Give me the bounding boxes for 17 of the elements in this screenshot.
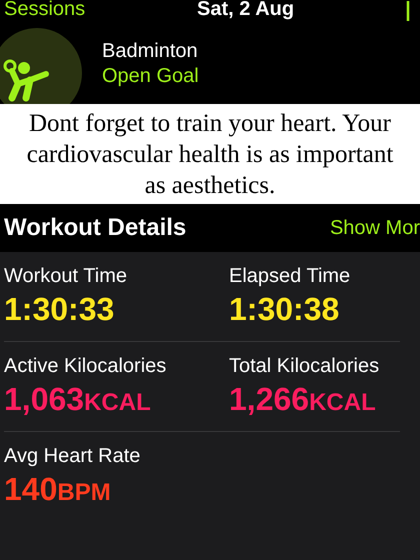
- metric-value: 1,063KCAL: [4, 380, 152, 419]
- metric-label: Avg Heart Rate: [4, 444, 142, 469]
- metric-label: Workout Time: [4, 264, 128, 289]
- metric-label: Elapsed Time: [229, 264, 352, 289]
- back-link[interactable]: Sessions: [0, 0, 86, 19]
- goal-label: Open Goal: [102, 64, 199, 89]
- metric-label: Active Kilocalories: [4, 354, 168, 379]
- metric-value: 1:30:38: [229, 290, 340, 329]
- metric-label: Total Kilocalories: [229, 354, 380, 379]
- metric-value: 1,266KCAL: [229, 380, 377, 419]
- section-title: Workout Details: [4, 213, 186, 243]
- show-more-link[interactable]: Show Mor: [330, 213, 420, 243]
- caption-text: Dont forget to train your heart. Your cardiovascular health is as important as aesthetics.: [0, 104, 420, 204]
- date-title: Sat, 2 Aug: [197, 0, 294, 19]
- metric-value: 1:30:33: [4, 290, 116, 329]
- metric-value: 140BPM: [4, 470, 112, 509]
- workout-name: Badminton: [102, 39, 199, 64]
